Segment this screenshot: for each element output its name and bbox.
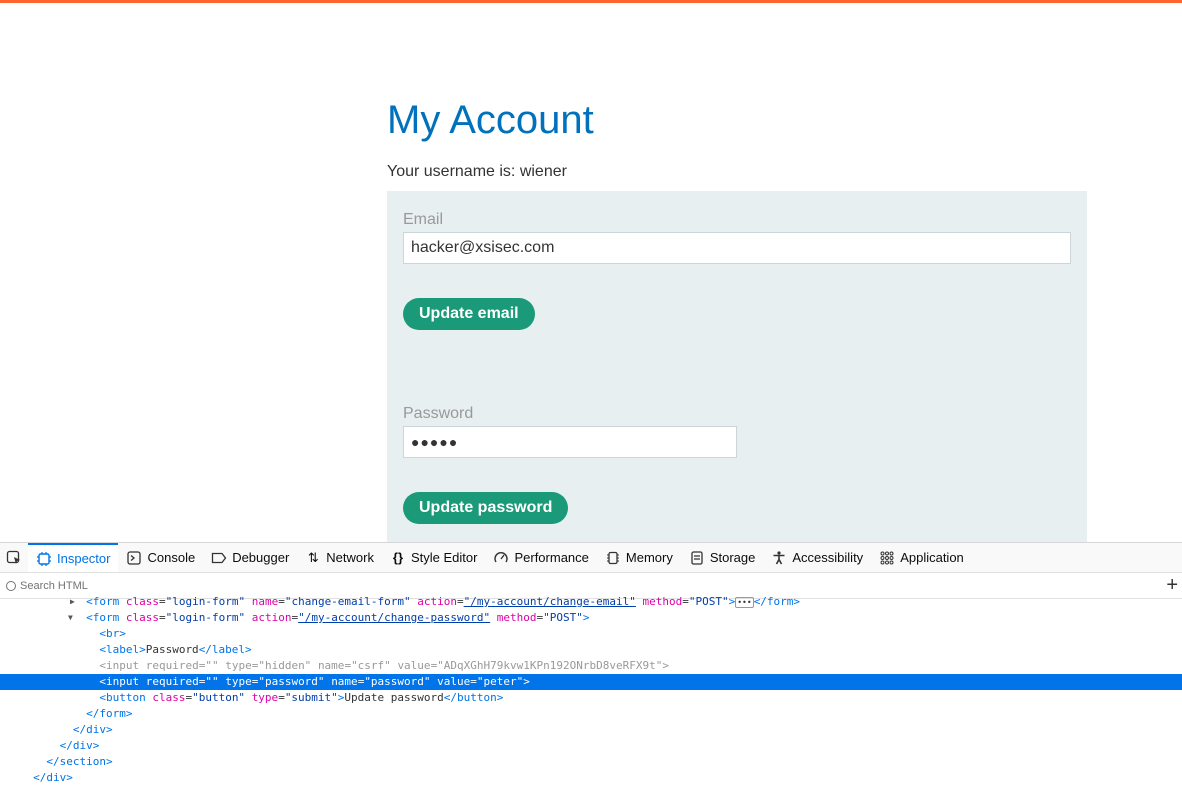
tab-network[interactable]: ⇅ Network bbox=[297, 543, 382, 572]
accessibility-icon bbox=[771, 550, 787, 566]
inspector-icon bbox=[36, 551, 52, 567]
tab-label: Application bbox=[900, 550, 964, 565]
tab-label: Style Editor bbox=[410, 550, 478, 565]
password-input[interactable]: ●●●●● bbox=[403, 426, 737, 458]
tree-line[interactable]: <input required="" type="hidden" name="c… bbox=[0, 658, 1182, 674]
tree-line[interactable]: </div> bbox=[0, 738, 1182, 754]
tab-accessibility[interactable]: Accessibility bbox=[763, 543, 871, 572]
tree-line[interactable]: ▶ <form class="login-form" name="change-… bbox=[0, 594, 1182, 610]
style-editor-icon: {} bbox=[392, 550, 404, 565]
page-title: My Account bbox=[387, 98, 594, 142]
console-icon bbox=[126, 550, 142, 566]
account-page: My Account Your username is: wiener Emai… bbox=[0, 3, 1182, 542]
tab-performance[interactable]: Performance bbox=[485, 543, 596, 572]
debugger-icon bbox=[211, 550, 227, 566]
tab-label: Debugger bbox=[232, 550, 290, 565]
tab-label: Inspector bbox=[57, 551, 111, 566]
tab-label: Storage bbox=[709, 550, 756, 565]
email-input[interactable]: hacker@xsisec.com bbox=[403, 232, 1071, 264]
tab-label: Network bbox=[326, 550, 374, 565]
tab-memory[interactable]: Memory bbox=[597, 543, 681, 572]
tree-line[interactable]: <button class="button" type="submit">Upd… bbox=[0, 690, 1182, 706]
update-email-button[interactable]: Update email bbox=[403, 298, 535, 330]
tab-label: Memory bbox=[625, 550, 673, 565]
password-label: Password bbox=[403, 405, 474, 422]
tree-line[interactable]: </form> bbox=[0, 706, 1182, 722]
tree-line[interactable]: ▼ <form class="login-form" action="/my-a… bbox=[0, 610, 1182, 626]
account-form-panel: Email hacker@xsisec.com Update email Pas… bbox=[387, 191, 1087, 542]
search-html-input[interactable]: Search HTML bbox=[20, 580, 88, 592]
devtools-panel: Inspector Console Debugger ⇅ Network {} … bbox=[0, 542, 1182, 786]
tab-label: Console bbox=[147, 550, 196, 565]
tab-debugger[interactable]: Debugger bbox=[203, 543, 297, 572]
search-icon bbox=[6, 580, 16, 591]
tab-application[interactable]: Application bbox=[871, 543, 972, 572]
markup-tree: ▶ <form class="login-form" name="change-… bbox=[0, 594, 1182, 786]
username-text: Your username is: wiener bbox=[387, 163, 567, 180]
update-password-button[interactable]: Update password bbox=[403, 492, 569, 524]
tree-line-selected[interactable]: <input required="" type="password" name=… bbox=[0, 674, 1182, 690]
tab-inspector[interactable]: Inspector bbox=[28, 543, 119, 572]
tree-line[interactable]: </section> bbox=[0, 754, 1182, 770]
element-picker-icon[interactable] bbox=[0, 543, 28, 572]
tab-style-editor[interactable]: {} Style Editor bbox=[382, 543, 485, 572]
collapsed-content-icon[interactable]: ••• bbox=[735, 597, 754, 608]
application-icon bbox=[879, 550, 895, 566]
performance-icon bbox=[493, 550, 509, 566]
tree-line[interactable]: </div> bbox=[0, 770, 1182, 786]
tab-label: Performance bbox=[514, 550, 589, 565]
devtools-toolbar: Inspector Console Debugger ⇅ Network {} … bbox=[0, 543, 1182, 573]
tab-storage[interactable]: Storage bbox=[681, 543, 764, 572]
tree-line[interactable]: <br> bbox=[0, 626, 1182, 642]
network-icon: ⇅ bbox=[307, 549, 319, 565]
storage-icon bbox=[689, 550, 705, 566]
tab-label: Accessibility bbox=[792, 550, 864, 565]
tree-line[interactable]: <label>Password</label> bbox=[0, 642, 1182, 658]
tree-line[interactable]: </div> bbox=[0, 722, 1182, 738]
memory-icon bbox=[605, 550, 621, 566]
tab-console[interactable]: Console bbox=[118, 543, 203, 572]
email-label: Email bbox=[403, 211, 444, 228]
